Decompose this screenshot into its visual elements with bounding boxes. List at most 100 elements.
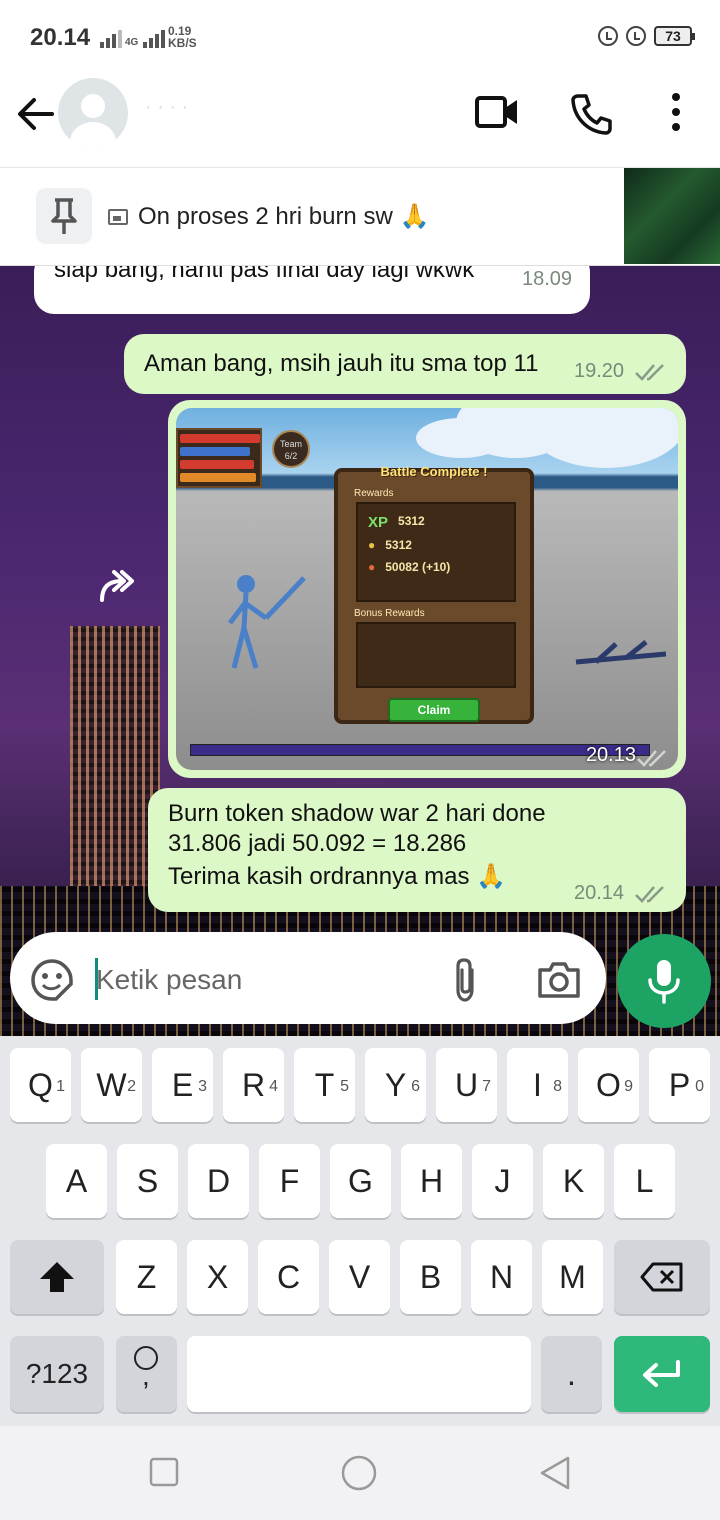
key-hint: 7: [482, 1078, 491, 1095]
back-arrow-icon[interactable]: [16, 96, 56, 132]
pin-icon-box[interactable]: [36, 188, 92, 244]
key-k[interactable]: K: [543, 1144, 604, 1218]
key-r[interactable]: R4: [223, 1048, 284, 1122]
progress-bar: [190, 744, 650, 756]
message-incoming[interactable]: siap bang, nanti pas final day lagi wkwk…: [34, 266, 590, 314]
emoji-comma-key[interactable]: ,: [116, 1336, 177, 1412]
sticker-icon[interactable]: [30, 958, 74, 1002]
xp-label: XP: [368, 514, 389, 531]
key-label: V: [348, 1259, 371, 1295]
xp-row: XP 5312: [368, 514, 425, 531]
key-label: K: [562, 1163, 585, 1199]
mic-icon: [648, 960, 680, 1004]
message-outgoing[interactable]: Aman bang, msih jauh itu sma top 11 19.2…: [124, 334, 686, 394]
key-s[interactable]: S: [117, 1144, 178, 1218]
key-y[interactable]: Y6: [365, 1048, 426, 1122]
key-label: ,: [142, 1360, 150, 1391]
key-label: R: [241, 1067, 266, 1103]
forward-icon[interactable]: [96, 566, 140, 606]
team-value: 6/2: [284, 451, 298, 461]
attach-icon[interactable]: [450, 956, 480, 1004]
contact-name[interactable]: · · · ·: [145, 96, 188, 119]
key-f[interactable]: F: [259, 1144, 320, 1218]
recent-apps-icon[interactable]: [148, 1456, 180, 1488]
key-u[interactable]: U7: [436, 1048, 497, 1122]
key-hint: 9: [624, 1078, 633, 1095]
period-key[interactable]: .: [541, 1336, 602, 1412]
message-image[interactable]: Team 6/2 Battle Complete ! Rewards XP 53…: [168, 400, 686, 778]
message-time: 19.20: [574, 360, 625, 382]
key-label: Y: [384, 1067, 407, 1103]
key-label: ?123: [25, 1358, 89, 1389]
key-g[interactable]: G: [330, 1144, 391, 1218]
key-v[interactable]: V: [329, 1240, 390, 1314]
mic-button[interactable]: [617, 934, 711, 1028]
backspace-key[interactable]: [614, 1240, 710, 1314]
enter-key[interactable]: [614, 1336, 710, 1412]
chat-area[interactable]: siap bang, nanti pas final day lagi wkwk…: [0, 266, 720, 1036]
speed-unit: KB/S: [168, 36, 197, 50]
key-t[interactable]: T5: [294, 1048, 355, 1122]
key-label: P: [668, 1067, 691, 1103]
message-line: Terima kasih ordrannya mas 🙏: [168, 863, 507, 890]
bonus-rewards-box: [356, 622, 516, 688]
camera-icon[interactable]: [536, 960, 582, 1000]
video-call-icon[interactable]: [474, 94, 520, 130]
key-o[interactable]: O9: [578, 1048, 639, 1122]
message-input[interactable]: Ketik pesan: [96, 964, 242, 996]
key-x[interactable]: X: [187, 1240, 248, 1314]
key-h[interactable]: H: [401, 1144, 462, 1218]
key-hint: 4: [269, 1078, 278, 1095]
key-hint: 0: [695, 1078, 704, 1095]
key-n[interactable]: N: [471, 1240, 532, 1314]
phone-icon[interactable]: [570, 92, 614, 136]
key-e[interactable]: E3: [152, 1048, 213, 1122]
message-outgoing[interactable]: Burn token shadow war 2 hari done 31.806…: [148, 788, 686, 912]
message-time: 20.14: [574, 882, 625, 904]
key-d[interactable]: D: [188, 1144, 249, 1218]
more-vert-icon[interactable]: [668, 92, 684, 132]
symbols-key[interactable]: ?123: [10, 1336, 104, 1412]
key-label: I: [533, 1067, 542, 1103]
pinned-thumbnail[interactable]: [624, 168, 720, 264]
message-line: 31.806 jadi 50.092 = 18.286: [168, 830, 467, 857]
key-label: Z: [136, 1259, 157, 1295]
read-ticks-icon: [635, 364, 664, 381]
hp-panel: [176, 428, 262, 488]
shift-key[interactable]: [10, 1240, 104, 1314]
key-i[interactable]: I8: [507, 1048, 568, 1122]
system-nav-bar: [0, 1426, 720, 1520]
message-input-bar[interactable]: Ketik pesan: [10, 932, 606, 1024]
key-label: J: [494, 1163, 511, 1199]
enemy-character: [575, 640, 667, 665]
key-label: L: [635, 1163, 654, 1199]
key-j[interactable]: J: [472, 1144, 533, 1218]
key-p[interactable]: P0: [649, 1048, 710, 1122]
battery-icon: 73: [654, 26, 695, 46]
key-l[interactable]: L: [614, 1144, 675, 1218]
chat-header: · · · ·: [0, 76, 720, 168]
key-m[interactable]: M: [542, 1240, 603, 1314]
message-time: 18.09: [522, 268, 573, 290]
home-icon[interactable]: [340, 1454, 378, 1492]
key-z[interactable]: Z: [116, 1240, 177, 1314]
space-key[interactable]: [187, 1336, 531, 1412]
token-value: 50082 (+10): [385, 560, 451, 574]
lock-rotation-icon: [598, 26, 618, 46]
key-label: E: [171, 1067, 194, 1103]
team-label: Team: [279, 439, 302, 449]
key-hint: 5: [340, 1078, 349, 1095]
status-time: 20.14: [30, 24, 91, 51]
key-a[interactable]: A: [46, 1144, 107, 1218]
pinned-message-bar[interactable]: On proses 2 hri burn sw 🙏: [0, 168, 720, 266]
read-ticks-icon: [635, 886, 664, 903]
key-c[interactable]: C: [258, 1240, 319, 1314]
key-b[interactable]: B: [400, 1240, 461, 1314]
back-nav-icon[interactable]: [536, 1454, 574, 1492]
avatar[interactable]: [58, 78, 128, 148]
key-w[interactable]: W2: [81, 1048, 142, 1122]
key-q[interactable]: Q1: [10, 1048, 71, 1122]
key-label: H: [419, 1163, 444, 1199]
game-screenshot[interactable]: Team 6/2 Battle Complete ! Rewards XP 53…: [176, 408, 678, 770]
gold-value: 5312: [385, 538, 412, 552]
